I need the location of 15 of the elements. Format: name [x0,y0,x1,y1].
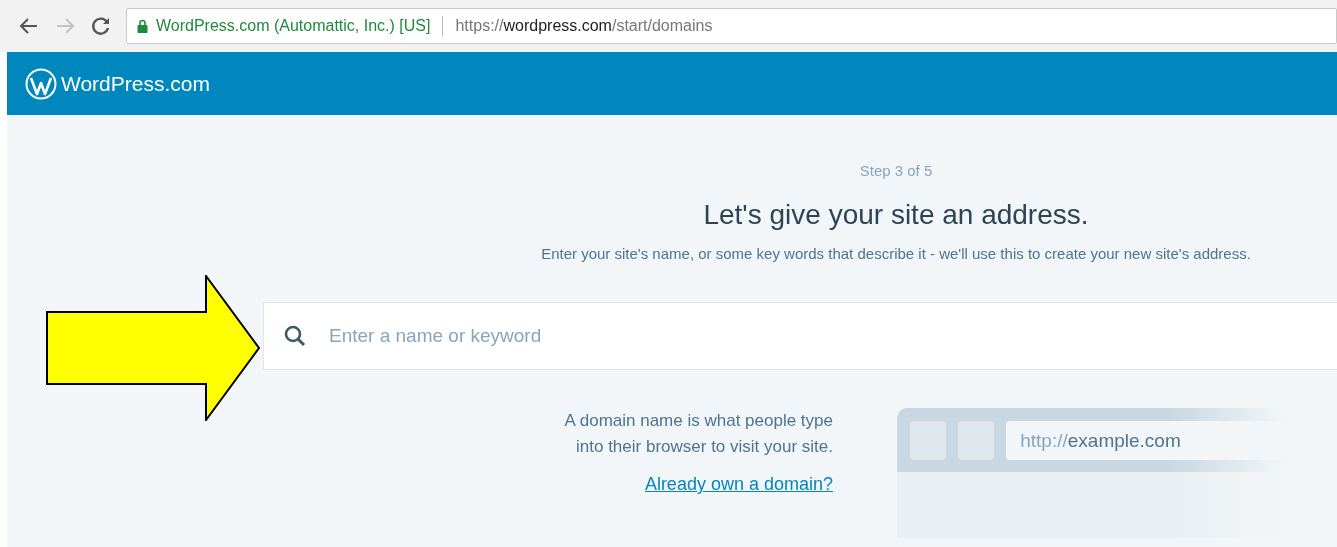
domain-explanation: A domain name is what people type into their browser to visit your site. [564,410,833,458]
security-label: WordPress.com (Automattic, Inc.) [US] [156,17,431,35]
page-subtitle: Enter your site's name, or some key words that describe it - we'll use this to create your new site's address. [541,245,1251,262]
search-icon [283,324,307,348]
arrow-icon [46,275,261,421]
reload-icon[interactable] [90,15,112,37]
search-field[interactable]: Enter a name or keyword [263,302,1337,370]
own-domain-link[interactable]: Already own a domain? [644,474,833,495]
step-indicator: Step 3 of 5 [859,162,933,179]
lock-icon [137,19,148,33]
page-title: Let's give your site an address. [703,199,1089,231]
url-text: https://wordpress.com/start/domains [455,17,713,35]
address-bar[interactable]: WordPress.com (Automattic, Inc.) [US] https://wordpress.com/start/domains [126,8,1337,44]
wordpress-logo-icon [25,67,57,100]
brand-name[interactable]: WordPress.com [61,71,210,96]
